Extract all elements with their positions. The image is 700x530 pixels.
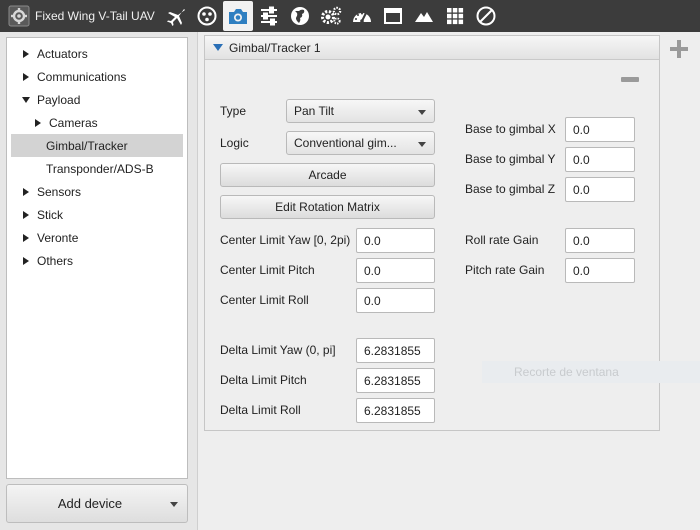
tree-item-label: Gimbal/Tracker xyxy=(46,138,128,153)
base-gimbal-x-label: Base to gimbal X xyxy=(465,122,556,136)
globe-icon[interactable] xyxy=(285,1,315,31)
collapse-arrow-icon[interactable] xyxy=(21,95,31,105)
add-device-label: Add device xyxy=(57,496,123,511)
logic-label: Logic xyxy=(220,136,249,150)
expand-arrow-icon[interactable] xyxy=(21,210,31,220)
expand-arrow-icon[interactable] xyxy=(21,256,31,266)
tree-item-label: Transponder/ADS-B xyxy=(46,161,154,176)
remove-icon[interactable] xyxy=(621,77,639,82)
center-limit-yaw-field[interactable]: 0.0 xyxy=(356,228,435,253)
tree-item-gimbal-tracker[interactable]: Gimbal/Tracker xyxy=(11,134,183,157)
expand-arrow-icon[interactable] xyxy=(21,187,31,197)
tree-item-label: Communications xyxy=(37,69,127,84)
arcade-button[interactable]: Arcade xyxy=(220,163,435,187)
chevron-down-icon[interactable] xyxy=(170,502,178,507)
tree-item-stick[interactable]: Stick xyxy=(21,203,63,226)
delta-limit-pitch-field[interactable]: 6.2831855 xyxy=(356,368,435,393)
base-gimbal-z-field[interactable]: 0.0 xyxy=(565,177,635,202)
add-icon[interactable] xyxy=(668,38,690,60)
tree-item-others[interactable]: Others xyxy=(21,249,73,272)
tree-item-payload[interactable]: Payload xyxy=(21,88,80,111)
logic-combo[interactable]: Conventional gim... xyxy=(286,131,435,155)
tree-item-cameras[interactable]: Cameras xyxy=(33,111,98,134)
tree-item-label: Veronte xyxy=(37,230,79,245)
expand-arrow-icon[interactable] xyxy=(33,118,43,128)
gears-icon[interactable] xyxy=(316,1,346,31)
tree-item-label: Payload xyxy=(37,92,81,107)
center-limit-pitch-field[interactable]: 0.0 xyxy=(356,258,435,283)
add-device-button[interactable]: Add device xyxy=(6,484,188,523)
tree-item-sensors[interactable]: Sensors xyxy=(21,180,81,203)
snipping-overlay-text: Recorte de ventana xyxy=(482,361,700,383)
roll-rate-gain-field[interactable]: 0.0 xyxy=(565,228,635,253)
logic-value: Conventional gim... xyxy=(294,136,397,150)
type-combo[interactable]: Pan Tilt xyxy=(286,99,435,123)
roll-rate-gain-label: Roll rate Gain xyxy=(465,233,539,247)
dots-circle-icon[interactable] xyxy=(192,1,222,31)
base-gimbal-z-label: Base to gimbal Z xyxy=(465,182,556,196)
tree-item-actuators[interactable]: Actuators xyxy=(21,42,88,65)
base-gimbal-y-label: Base to gimbal Y xyxy=(465,152,556,166)
tree-item-label: Stick xyxy=(37,207,64,222)
edit-rotation-matrix-button[interactable]: Edit Rotation Matrix xyxy=(220,195,435,219)
delta-limit-roll-field[interactable]: 6.2831855 xyxy=(356,398,435,423)
center-limit-pitch-label: Center Limit Pitch xyxy=(220,263,315,277)
panel-title: Gimbal/Tracker 1 xyxy=(229,40,321,55)
app-gear-icon xyxy=(8,5,30,27)
expand-arrow-icon[interactable] xyxy=(21,233,31,243)
top-toolbar: Fixed Wing V-Tail UAV xyxy=(0,0,700,32)
tree-item-label: Cameras xyxy=(49,115,98,130)
chevron-down-icon xyxy=(418,142,426,147)
base-gimbal-y-field[interactable]: 0.0 xyxy=(565,147,635,172)
tree-item-communications[interactable]: Communications xyxy=(21,65,126,88)
pitch-rate-gain-label: Pitch rate Gain xyxy=(465,263,545,277)
type-value: Pan Tilt xyxy=(294,104,335,118)
tree-item-label: Actuators xyxy=(37,46,88,61)
center-limit-roll-label: Center Limit Roll xyxy=(220,293,309,307)
plane-icon[interactable] xyxy=(161,1,191,31)
sliders-icon[interactable] xyxy=(254,1,284,31)
camera-icon[interactable] xyxy=(222,1,253,31)
chevron-down-icon xyxy=(418,110,426,115)
window-icon[interactable] xyxy=(378,1,408,31)
expand-arrow-icon[interactable] xyxy=(21,49,31,59)
delta-limit-roll-label: Delta Limit Roll xyxy=(220,403,301,417)
mountain-icon[interactable] xyxy=(409,1,439,31)
tree-item-label: Others xyxy=(37,253,74,268)
panel-header[interactable]: Gimbal/Tracker 1 xyxy=(205,36,659,60)
device-tree: Actuators Communications Payload Cameras… xyxy=(6,37,188,479)
base-gimbal-x-field[interactable]: 0.0 xyxy=(565,117,635,142)
collapse-triangle-icon[interactable] xyxy=(213,44,223,51)
forbidden-icon[interactable] xyxy=(471,1,501,31)
center-limit-roll-field[interactable]: 0.0 xyxy=(356,288,435,313)
grid-icon[interactable] xyxy=(440,1,470,31)
tree-item-veronte[interactable]: Veronte xyxy=(21,226,78,249)
delta-limit-pitch-label: Delta Limit Pitch xyxy=(220,373,307,387)
app-title: Fixed Wing V-Tail UAV xyxy=(35,9,155,23)
delta-limit-yaw-field[interactable]: 6.2831855 xyxy=(356,338,435,363)
pitch-rate-gain-field[interactable]: 0.0 xyxy=(565,258,635,283)
tree-item-label: Sensors xyxy=(37,184,82,199)
gauge-icon[interactable] xyxy=(347,1,377,31)
expand-arrow-icon[interactable] xyxy=(21,72,31,82)
center-limit-yaw-label: Center Limit Yaw [0, 2pi) xyxy=(220,233,351,247)
delta-limit-yaw-label: Delta Limit Yaw (0, pi] xyxy=(220,343,336,357)
tree-item-transponder[interactable]: Transponder/ADS-B xyxy=(46,157,154,180)
type-label: Type xyxy=(220,104,247,118)
